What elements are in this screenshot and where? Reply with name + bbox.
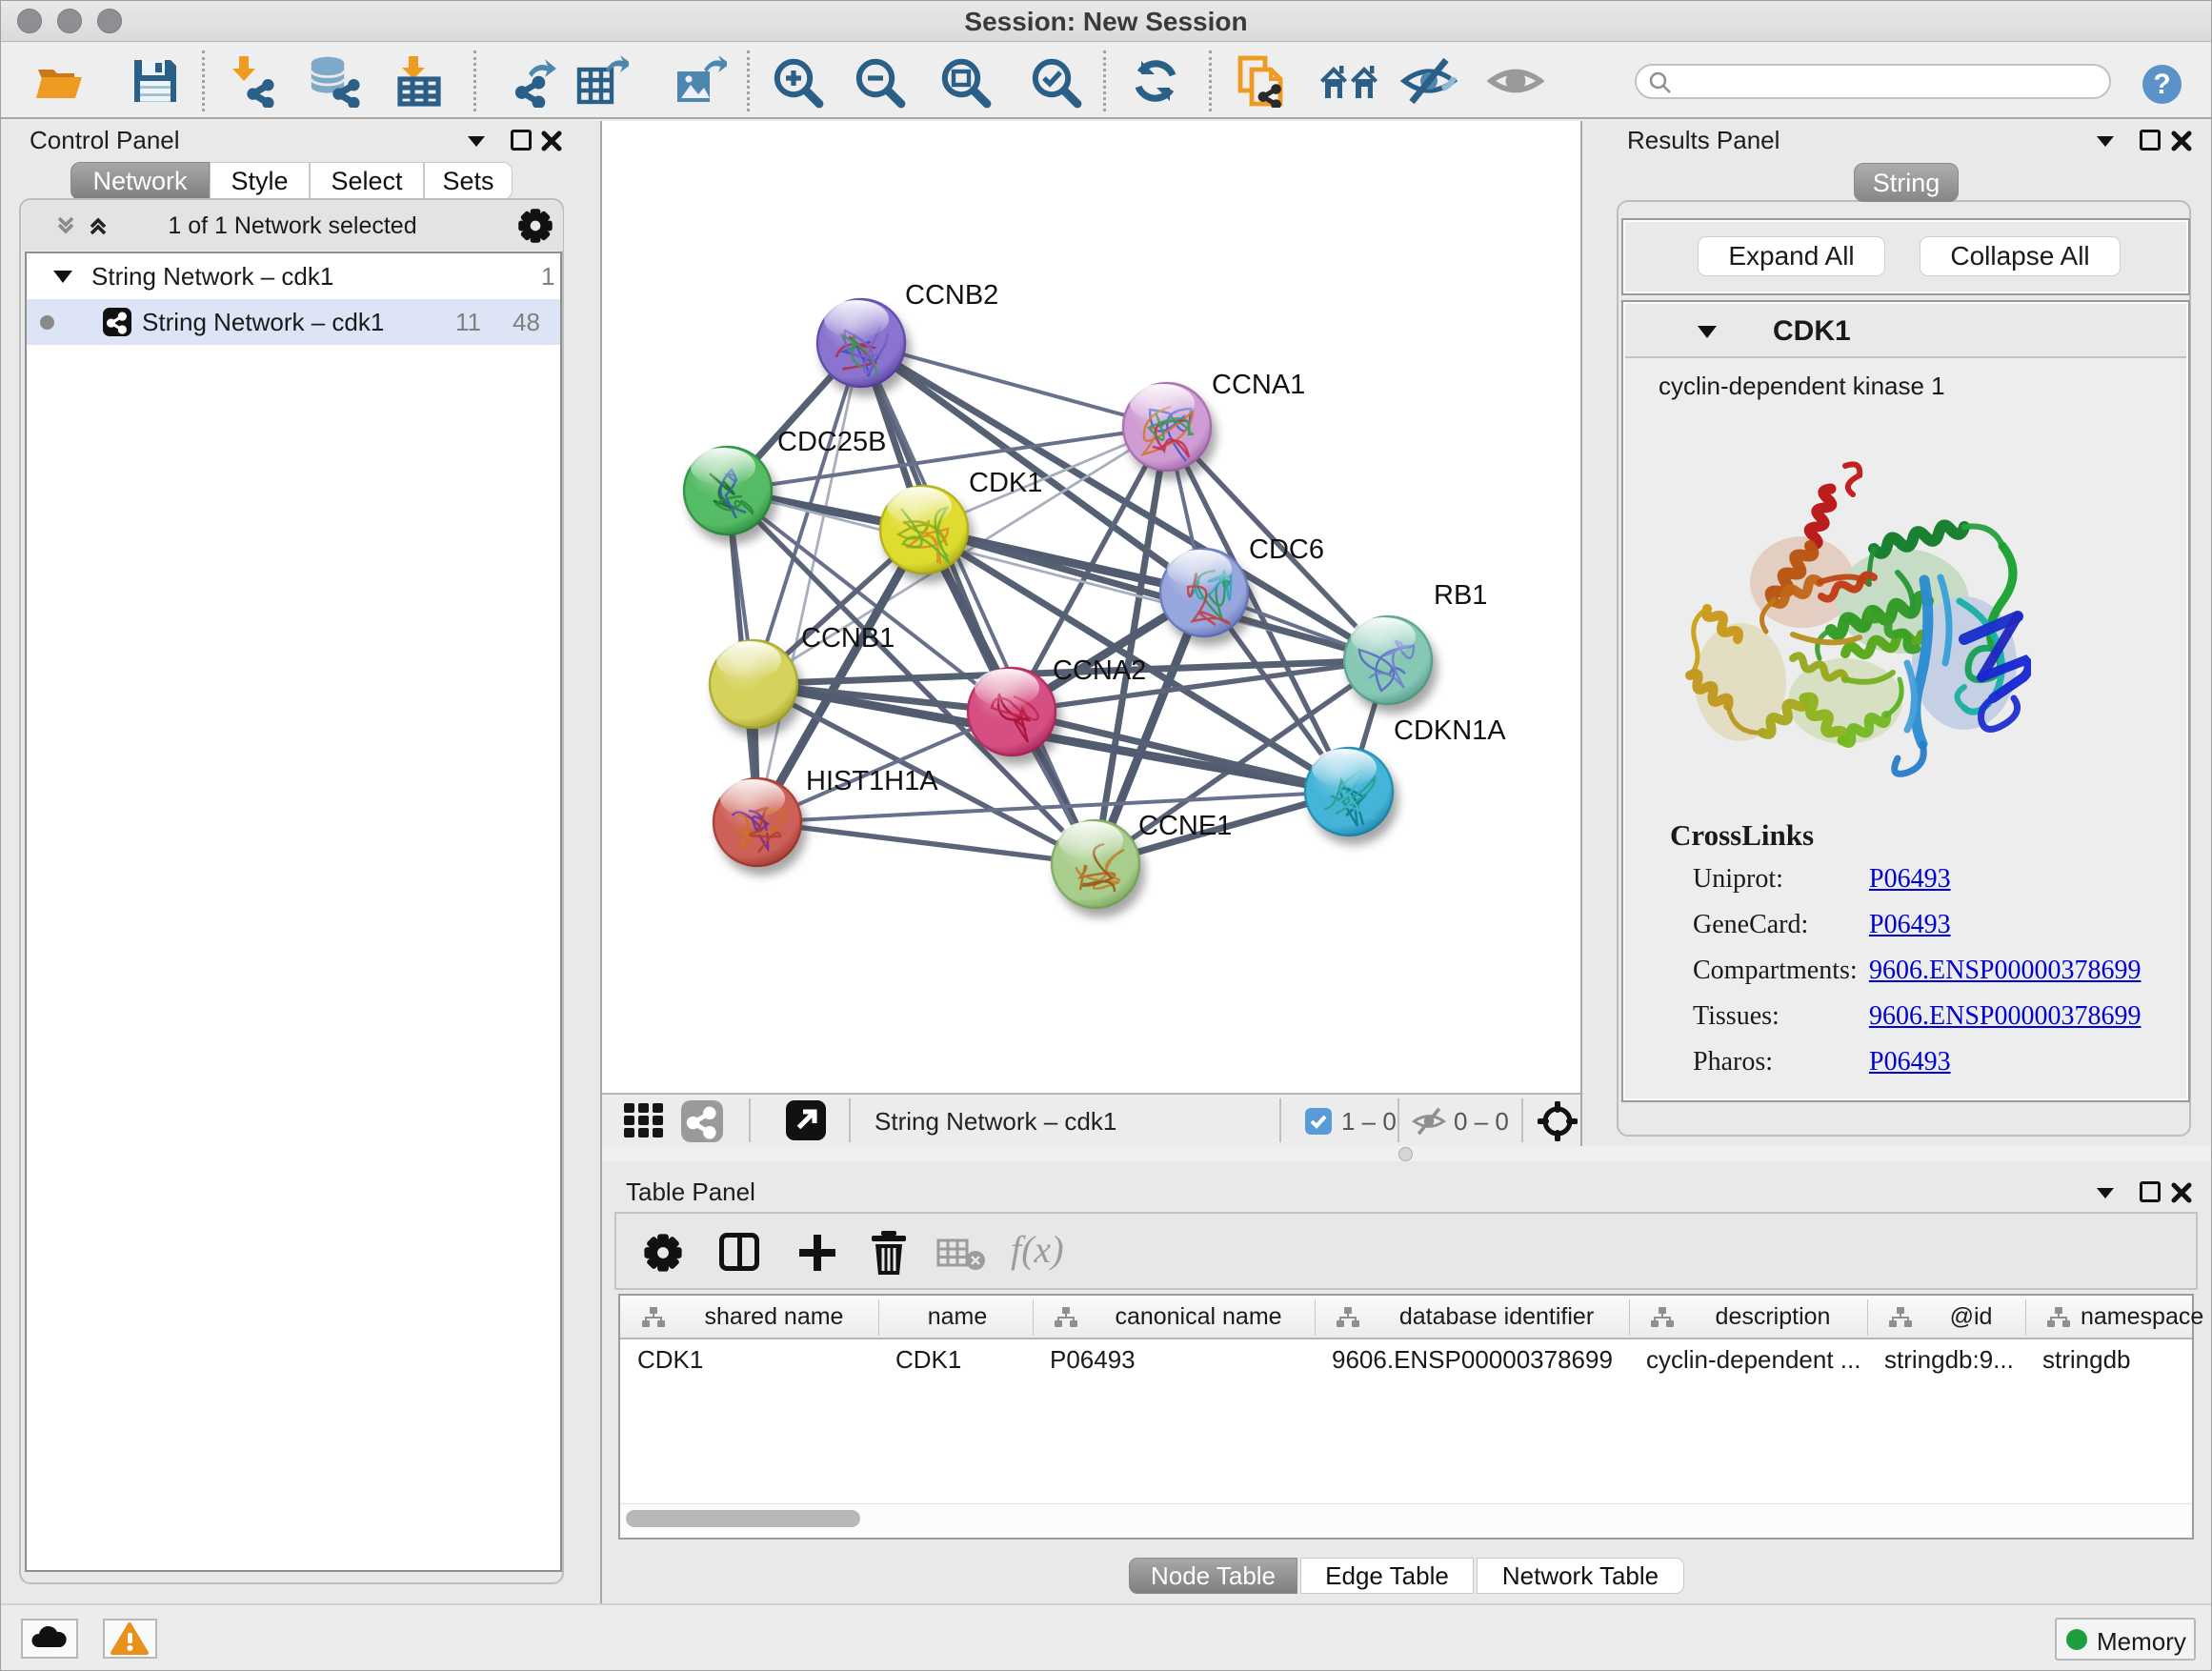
- svg-text:RB1: RB1: [1434, 580, 1487, 611]
- svg-text:CDKN1A: CDKN1A: [1394, 715, 1506, 746]
- svg-text:CCNA1: CCNA1: [1212, 370, 1305, 400]
- svg-text:CCNB1: CCNB1: [801, 623, 895, 654]
- svg-text:HIST1H1A: HIST1H1A: [806, 766, 938, 796]
- svg-text:CDC25B: CDC25B: [777, 427, 886, 457]
- svg-text:CDK1: CDK1: [969, 468, 1042, 498]
- svg-text:CCNB2: CCNB2: [905, 280, 998, 311]
- svg-text:CCNA2: CCNA2: [1053, 655, 1146, 686]
- svg-text:CDC6: CDC6: [1249, 534, 1324, 565]
- svg-text:CCNE1: CCNE1: [1138, 811, 1232, 841]
